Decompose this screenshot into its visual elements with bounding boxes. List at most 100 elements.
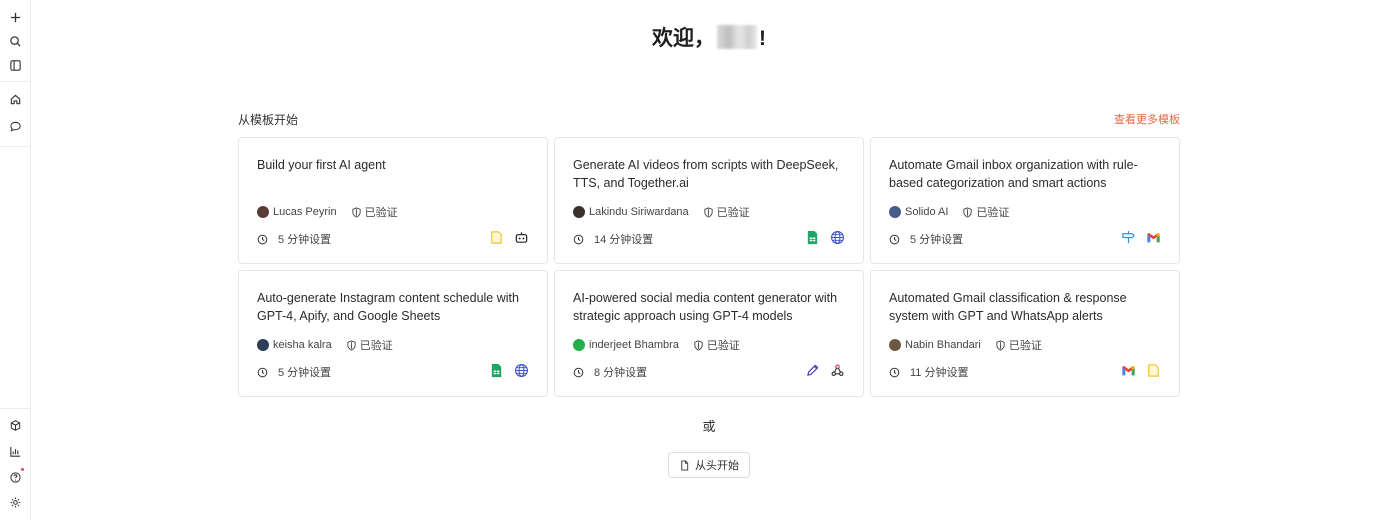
verified-label: 已验证	[1008, 340, 1042, 352]
note-icon	[489, 230, 504, 245]
verified-badge: 已验证	[351, 204, 398, 220]
template-app-icons	[1121, 363, 1161, 378]
pencil-icon	[805, 363, 820, 378]
setup-time: 11 分钟设置	[889, 364, 968, 380]
setup-time-label: 5 分钟设置	[278, 234, 332, 246]
shield-icon	[704, 206, 713, 218]
verified-label: 已验证	[359, 340, 393, 352]
google-sheets-icon	[805, 230, 820, 245]
welcome-heading: 欢迎，!	[0, 22, 1386, 52]
robot-icon	[514, 230, 529, 245]
welcome-prefix: 欢迎，	[652, 27, 715, 50]
template-card[interactable]: Generate AI videos from scripts with Dee…	[554, 137, 864, 264]
chat-icon[interactable]	[8, 119, 22, 133]
template-card[interactable]: Automate Gmail inbox organization with r…	[870, 137, 1180, 264]
shield-icon	[694, 339, 703, 351]
template-app-icons	[805, 363, 845, 378]
home-icon[interactable]	[8, 92, 22, 106]
template-author: Nabin Bhandari	[905, 339, 981, 351]
verified-badge: 已验证	[703, 204, 750, 220]
template-app-icons	[489, 363, 529, 378]
start-from-scratch-label: 从头开始	[695, 460, 739, 472]
setup-time: 5 分钟设置	[257, 364, 331, 380]
verified-label: 已验证	[976, 207, 1010, 219]
template-app-icons	[1121, 230, 1161, 245]
sidebar	[0, 0, 31, 520]
template-card-meta: Nabin Bhandari 已验证	[889, 337, 1042, 353]
setup-time-label: 8 分钟设置	[594, 367, 648, 379]
template-author: Lucas Peyrin	[273, 206, 337, 218]
template-card[interactable]: Build your first AI agent Lucas Peyrin 已…	[238, 137, 548, 264]
verified-label: 已验证	[716, 207, 750, 219]
template-author: Solido AI	[905, 206, 949, 218]
shield-icon	[996, 339, 1005, 351]
google-sheets-icon	[489, 363, 504, 378]
clock-icon	[257, 234, 268, 244]
template-card[interactable]: AI-powered social media content generato…	[554, 270, 864, 397]
template-card-title: Auto-generate Instagram content schedule…	[257, 291, 519, 323]
signpost-icon	[1121, 230, 1136, 245]
globe-icon	[830, 230, 845, 245]
setup-time: 14 分钟设置	[573, 231, 653, 247]
or-divider-label: 或	[702, 419, 716, 434]
sidebar-divider	[0, 408, 31, 409]
template-card-meta: Lucas Peyrin 已验证	[257, 204, 398, 220]
template-card[interactable]: Auto-generate Instagram content schedule…	[238, 270, 548, 397]
clock-icon	[573, 234, 584, 244]
template-card-meta: inderjeet Bhambra 已验证	[573, 337, 740, 353]
note-icon	[1146, 363, 1161, 378]
bar-chart-icon[interactable]	[8, 444, 22, 458]
template-card-title: AI-powered social media content generato…	[573, 291, 838, 323]
verified-badge: 已验证	[693, 337, 740, 353]
setup-time-label: 5 分钟设置	[910, 234, 964, 246]
avatar	[573, 339, 585, 351]
avatar	[889, 339, 901, 351]
template-card-title: Build your first AI agent	[257, 158, 386, 172]
shield-icon	[347, 339, 356, 351]
verified-label: 已验证	[364, 207, 398, 219]
template-card[interactable]: Automated Gmail classification & respons…	[870, 270, 1180, 397]
clock-icon	[889, 367, 900, 377]
template-author: keisha kalra	[273, 339, 332, 351]
template-card-title: Automated Gmail classification & respons…	[889, 291, 1127, 323]
template-card-meta: Solido AI 已验证	[889, 204, 1009, 220]
template-card-title: Generate AI videos from scripts with Dee…	[573, 158, 839, 190]
sidebar-divider	[0, 81, 31, 82]
template-author: Lakindu Siriwardana	[589, 206, 689, 218]
verified-badge: 已验证	[995, 337, 1042, 353]
view-more-templates-link[interactable]: 查看更多模板	[1114, 111, 1180, 127]
verified-badge: 已验证	[346, 337, 393, 353]
setup-time-label: 11 分钟设置	[910, 367, 969, 379]
panel-icon[interactable]	[8, 58, 22, 72]
template-author: inderjeet Bhambra	[589, 339, 679, 351]
setup-time: 5 分钟设置	[257, 231, 331, 247]
welcome-suffix: !	[759, 27, 766, 50]
gmail-icon	[1121, 363, 1136, 378]
template-grid: Build your first AI agent Lucas Peyrin 已…	[238, 137, 1180, 397]
avatar	[573, 206, 585, 218]
avatar	[257, 339, 269, 351]
clock-icon	[889, 234, 900, 244]
clock-icon	[573, 367, 584, 377]
notification-dot	[21, 468, 24, 471]
gmail-icon	[1146, 230, 1161, 245]
redacted-username	[717, 25, 757, 49]
template-card-meta: Lakindu Siriwardana 已验证	[573, 204, 750, 220]
template-app-icons	[489, 230, 529, 245]
webhook-icon	[830, 363, 845, 378]
help-icon[interactable]	[8, 470, 22, 484]
setup-time-label: 14 分钟设置	[594, 234, 654, 246]
setup-time-label: 5 分钟设置	[278, 367, 332, 379]
start-from-scratch-button[interactable]: 从头开始	[668, 452, 750, 478]
setup-time: 5 分钟设置	[889, 231, 963, 247]
verified-badge: 已验证	[962, 204, 1009, 220]
avatar	[257, 206, 269, 218]
avatar	[889, 206, 901, 218]
settings-icon[interactable]	[8, 495, 22, 509]
template-app-icons	[805, 230, 845, 245]
templates-section-label: 从模板开始	[238, 113, 299, 127]
globe-icon	[514, 363, 529, 378]
template-card-title: Automate Gmail inbox organization with r…	[889, 158, 1138, 190]
shield-icon	[351, 206, 361, 218]
verified-label: 已验证	[706, 340, 740, 352]
